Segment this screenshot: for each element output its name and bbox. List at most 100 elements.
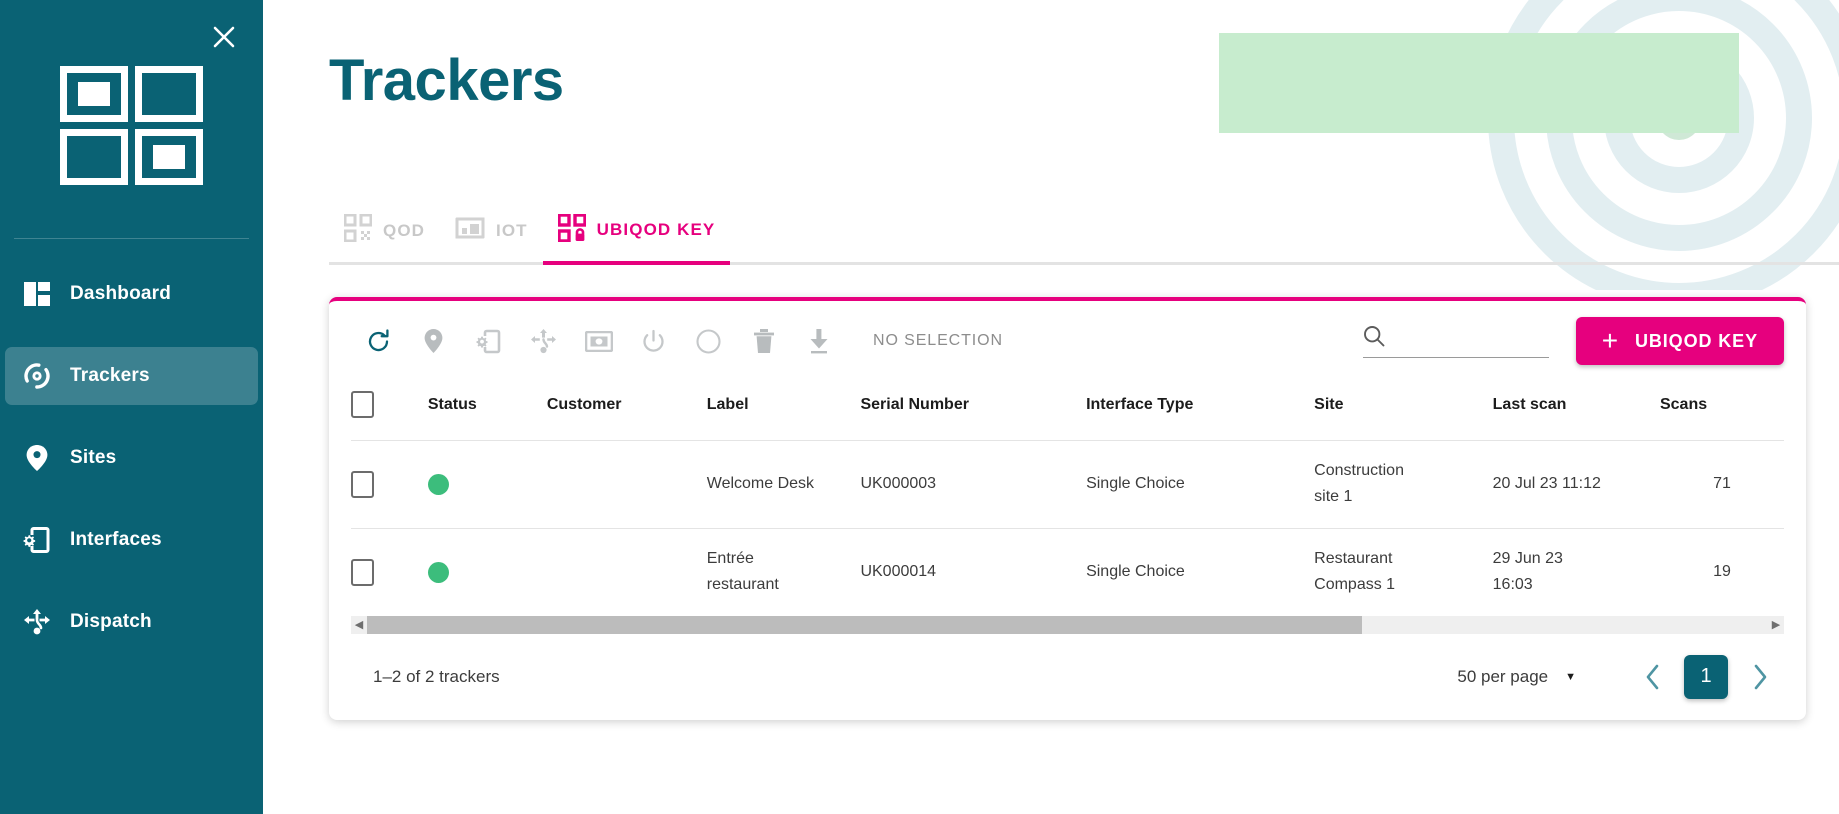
qr-code-icon — [343, 213, 373, 247]
row-label-text: Welcome Desk — [706, 475, 815, 493]
tab-ubiqod-key[interactable]: UBIQOD KEY — [542, 199, 731, 265]
table-container: Status Customer Label Serial Number Inte… — [329, 381, 1806, 616]
header-status[interactable]: Status — [428, 381, 547, 441]
chevron-down-icon: ▼ — [1565, 670, 1576, 683]
result-count: 1–2 of 2 trackers — [373, 666, 500, 686]
header-site[interactable]: Site — [1314, 381, 1493, 441]
prev-page-button[interactable] — [1628, 655, 1676, 699]
scrollbar-thumb[interactable] — [367, 615, 1362, 634]
sidebar-item-dashboard[interactable]: Dashboard — [5, 265, 258, 323]
sidebar-item-dispatch[interactable]: Dispatch — [5, 593, 258, 651]
pagination: 1 — [1628, 654, 1784, 699]
row-label-text: Entrée restaurant — [706, 549, 779, 594]
logo-square-2 — [135, 66, 203, 122]
close-icon[interactable] — [207, 20, 241, 54]
circle-icon[interactable] — [681, 318, 736, 364]
header-customer[interactable]: Customer — [547, 381, 707, 441]
page-number-1[interactable]: 1 — [1684, 654, 1728, 699]
row-label: Welcome Desk — [706, 440, 861, 529]
interface-gear-icon — [18, 525, 56, 555]
sidebar-item-label: Interfaces — [70, 529, 162, 550]
table-toolbar: NO SELECTION + UBIQOD KEY — [329, 301, 1806, 381]
main-content: Trackers QOD IOT UBIQOD KEY NO SELECTION… — [263, 0, 1839, 814]
download-icon[interactable] — [791, 318, 846, 364]
row-customer — [546, 440, 707, 529]
scrollbar-track[interactable] — [367, 615, 1768, 634]
trackers-card: NO SELECTION + UBIQOD KEY Status Custome… — [329, 297, 1806, 720]
row-status-cell — [427, 527, 547, 616]
sidebar-item-sites[interactable]: Sites — [5, 429, 258, 487]
row-scans: 19 — [1659, 527, 1784, 616]
row-last-scan: 29 Jun 23 16:03 — [1492, 527, 1660, 616]
sidebar-item-label: Dashboard — [70, 283, 172, 304]
tab-bar: QOD IOT UBIQOD KEY — [329, 195, 1839, 265]
table-row[interactable]: Entrée restaurant UK000014 Single Choice… — [351, 527, 1784, 616]
select-all-checkbox[interactable] — [351, 391, 374, 418]
table-body: Welcome Desk UK000003 Single Choice Cons… — [351, 440, 1784, 616]
dispatch-icon[interactable] — [516, 318, 571, 364]
add-ubiqod-key-button[interactable]: + UBIQOD KEY — [1575, 317, 1784, 365]
trash-icon[interactable] — [736, 318, 791, 364]
row-site: Restaurant Compass 1 — [1314, 527, 1493, 616]
sidebar-item-trackers[interactable]: Trackers — [5, 347, 258, 405]
row-checkbox[interactable] — [351, 558, 374, 586]
row-label: Entrée restaurant — [706, 527, 861, 616]
sidebar: Dashboard Trackers Sites Interfaces Disp… — [0, 0, 263, 814]
row-serial: UK000003 — [860, 440, 1087, 529]
row-status-cell — [427, 440, 547, 529]
logo-square-4 — [135, 129, 203, 185]
row-interface-type: Single Choice — [1086, 440, 1315, 529]
sidebar-divider — [14, 238, 249, 239]
dispatch-icon — [18, 607, 56, 637]
add-button-label: UBIQOD KEY — [1634, 330, 1758, 351]
refresh-icon[interactable] — [351, 318, 406, 364]
scroll-left-arrow[interactable]: ◀ — [351, 616, 367, 634]
tab-label: QOD — [383, 220, 426, 240]
location-pin-icon[interactable] — [406, 318, 461, 364]
app-root: Dashboard Trackers Sites Interfaces Disp… — [0, 0, 1839, 814]
tab-label: IOT — [496, 220, 528, 240]
row-customer — [546, 527, 707, 616]
header-last-scan[interactable]: Last scan — [1493, 381, 1660, 441]
row-last-scan-text: 29 Jun 23 16:03 — [1492, 549, 1563, 594]
row-select-cell — [351, 440, 428, 529]
logo-square-3 — [60, 129, 128, 185]
status-badge — [427, 473, 449, 495]
sidebar-item-label: Sites — [70, 447, 117, 468]
iot-device-icon — [455, 215, 485, 246]
row-serial: UK000014 — [860, 527, 1087, 616]
table-row[interactable]: Welcome Desk UK000003 Single Choice Cons… — [351, 440, 1784, 529]
key-lock-qr-icon — [556, 212, 587, 247]
scroll-right-arrow[interactable]: ▶ — [1768, 616, 1784, 634]
sidebar-item-interfaces[interactable]: Interfaces — [5, 511, 258, 569]
sidebar-item-label: Dispatch — [70, 611, 152, 632]
header-scans[interactable]: Scans — [1660, 381, 1784, 441]
ubiqod-logo — [60, 66, 203, 186]
tab-label: UBIQOD KEY — [596, 220, 716, 239]
header-interface-type[interactable]: Interface Type — [1086, 381, 1314, 441]
horizontal-scrollbar[interactable]: ◀ ▶ — [351, 615, 1784, 634]
header-label[interactable]: Label — [707, 381, 861, 441]
table-header-row: Status Customer Label Serial Number Inte… — [351, 381, 1784, 441]
search-input[interactable] — [1395, 329, 1536, 347]
tab-iot[interactable]: IOT — [440, 199, 543, 265]
row-scans: 71 — [1659, 440, 1784, 529]
row-checkbox[interactable] — [351, 470, 374, 498]
row-last-scan: 20 Jul 23 11:12 — [1492, 440, 1660, 529]
tab-qod[interactable]: QOD — [329, 199, 441, 265]
interface-gear-icon[interactable] — [461, 318, 516, 364]
cash-icon[interactable] — [571, 318, 626, 364]
power-icon[interactable] — [626, 318, 681, 364]
per-page-label: 50 per page — [1457, 666, 1549, 686]
header-serial-number[interactable]: Serial Number — [860, 381, 1086, 441]
search-icon — [1363, 325, 1385, 352]
decorative-rect — [1219, 33, 1739, 133]
trackers-table: Status Customer Label Serial Number Inte… — [351, 381, 1784, 616]
row-interface-type: Single Choice — [1086, 527, 1315, 616]
plus-icon: + — [1601, 325, 1619, 356]
selection-status-text: NO SELECTION — [873, 332, 1003, 349]
next-page-button[interactable] — [1736, 655, 1784, 699]
per-page-select[interactable]: 50 per page ▼ — [1457, 667, 1576, 687]
table-footer: 1–2 of 2 trackers 50 per page ▼ 1 — [329, 634, 1806, 720]
search-field[interactable] — [1362, 325, 1549, 358]
